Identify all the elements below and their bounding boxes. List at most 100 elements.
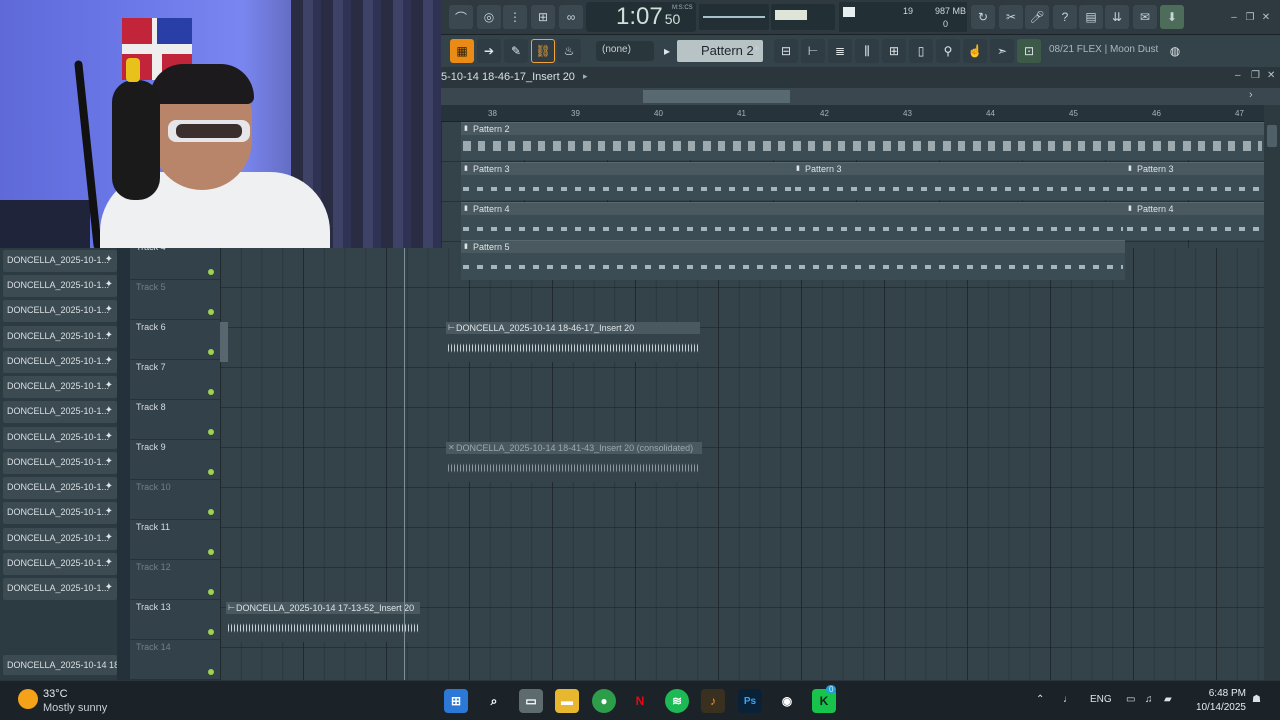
channel-item[interactable]: DONCELLA_2025-10-1... ✦ (3, 300, 117, 322)
playlist-restore-icon[interactable]: ❐ (1251, 70, 1260, 81)
playlist-icon[interactable]: ▦ (450, 39, 474, 63)
chrome-icon[interactable]: ● (592, 689, 616, 713)
show-hidden-icon[interactable]: ⌃ (1036, 694, 1044, 705)
spotify-icon[interactable]: ≋ (665, 689, 689, 713)
vertical-scrollbar[interactable] (1264, 105, 1280, 680)
send-icon[interactable]: ➣ (990, 39, 1014, 63)
search-icon[interactable]: ⌕ (482, 689, 506, 713)
track-active-led[interactable] (208, 549, 214, 555)
piano-roll-icon[interactable]: ⊢ (801, 39, 825, 63)
track-header[interactable]: Track 14 (130, 640, 220, 680)
file-icon[interactable]: ▯ (909, 39, 933, 63)
stamp-icon[interactable]: ♨ (557, 39, 581, 63)
pattern-clip[interactable]: Pattern 4 (461, 202, 1125, 240)
notifications-icon[interactable]: ☗ (1252, 694, 1261, 705)
channel-item[interactable]: DONCELLA_2025-10-1... ✦ (3, 401, 117, 423)
mixer-icon[interactable]: ✂ (999, 5, 1023, 29)
playlist-minimize-icon[interactable]: – (1235, 70, 1241, 81)
channel-item[interactable]: DONCELLA_2025-10-1... ✦ (3, 578, 117, 600)
file-explorer-icon[interactable]: ▬ (555, 689, 579, 713)
help-icon[interactable]: ? (1053, 5, 1077, 29)
play-pattern-icon[interactable]: ▸ (661, 39, 673, 63)
link-icon[interactable]: ⛓ (531, 39, 555, 63)
track-header[interactable]: Track 11 (130, 520, 220, 560)
track-active-led[interactable] (208, 309, 214, 315)
oscilloscope[interactable] (699, 4, 769, 30)
record-mic-icon[interactable]: 🎤︎ (1025, 5, 1049, 29)
channel-item[interactable]: DONCELLA_2025-10-1... ✦ (3, 376, 117, 398)
time-display[interactable]: 1:07 50 M:S:CS (586, 2, 696, 32)
track-active-led[interactable] (208, 509, 214, 515)
audio-clip[interactable]: ⊢ DONCELLA_2025-10-14 18-46-17_Insert 20 (446, 322, 700, 362)
track-header[interactable]: Track 8 (130, 400, 220, 440)
title-arrow-icon[interactable]: ▸ (583, 71, 588, 82)
snap-select[interactable]: (none) (596, 41, 654, 61)
memory-meter[interactable]: 19 987 MB 0 (839, 2, 967, 32)
draw-tool-icon[interactable]: ✎ (504, 39, 528, 63)
channel-item[interactable]: DONCELLA_2025-10-1... ✦ (3, 275, 117, 297)
microphone-icon[interactable]: ♩ (1063, 694, 1073, 705)
monitor-icon[interactable]: ▭ (1126, 694, 1135, 705)
language-indicator[interactable]: ENG (1090, 694, 1112, 705)
channel-item[interactable]: DONCELLA_2025-10-1... ✦ (3, 553, 117, 575)
step-edit-icon[interactable]: ⊞ (531, 5, 555, 29)
pattern-clip[interactable]: Pattern 2 (461, 122, 1264, 160)
track-active-led[interactable] (208, 269, 214, 275)
track-header[interactable]: Track 12 (130, 560, 220, 600)
touch-icon[interactable]: ☝ (963, 39, 987, 63)
vscroll-thumb[interactable] (1267, 125, 1277, 147)
netflix-icon[interactable]: N (628, 689, 652, 713)
channel-item[interactable]: DONCELLA_2025-10-1... ✦ (3, 250, 117, 272)
timeline-ruler[interactable]: 38 39 40 41 42 43 44 45 46 47 (441, 105, 1264, 122)
globe-icon[interactable]: ◍ (1163, 39, 1187, 63)
track-resize-grip[interactable] (220, 322, 228, 362)
track-header[interactable]: Track 7 (130, 360, 220, 400)
pattern-clip[interactable]: Pattern 5 (461, 240, 1125, 280)
cpu-meter[interactable] (771, 4, 835, 30)
audio-clip[interactable]: ⊢ DONCELLA_2025-10-14 17-13-52_Insert 20 (226, 602, 420, 642)
refresh-icon[interactable]: ↻ (971, 5, 995, 29)
track-header[interactable]: Track 10 (130, 480, 220, 520)
channel-item[interactable]: DONCELLA_2025-10-1... ✦ (3, 326, 117, 348)
track-active-led[interactable] (208, 389, 214, 395)
track-active-led[interactable] (208, 589, 214, 595)
volume-icon[interactable]: ♫ (1145, 694, 1153, 705)
channel-scrollbar[interactable] (117, 248, 130, 680)
clock-time[interactable]: 6:48 PM (1180, 688, 1246, 699)
task-view-icon[interactable]: ▭ (519, 689, 543, 713)
channel-item[interactable]: DONCELLA_2025-10-1... ✦ (3, 452, 117, 474)
channel-item[interactable]: DONCELLA_2025-10-1... ✦ (3, 502, 117, 524)
track-active-led[interactable] (208, 469, 214, 475)
pattern-clip[interactable]: Pattern 3 (1125, 162, 1264, 200)
track-header[interactable]: Track 9 (130, 440, 220, 480)
plugin-icon[interactable]: ⚲ (936, 39, 960, 63)
track-active-led[interactable] (208, 629, 214, 635)
cart-icon[interactable]: ⊡ (1017, 39, 1041, 63)
restore-icon[interactable]: ❐ (1243, 10, 1257, 24)
wait-for-input-icon[interactable]: ◎ (477, 5, 501, 29)
channel-rack-icon[interactable]: ⊟ (774, 39, 798, 63)
sliders-icon[interactable]: ⫼ (855, 39, 879, 63)
playlist-close-icon[interactable]: ✕ (1267, 70, 1275, 81)
channel-item[interactable]: DONCELLA_2025-10-14 18... (3, 655, 117, 675)
playlist-grid-upper[interactable]: Pattern 2 Pattern 3 Pattern 3 Pattern 3 … (441, 122, 1264, 248)
scroll-thumb[interactable] (643, 90, 790, 103)
plugin-info[interactable]: 08/21 FLEX | Moon Dust (1049, 44, 1158, 55)
recorder-icon[interactable]: ◉ (775, 689, 799, 713)
add-pattern-button[interactable]: + (753, 41, 767, 61)
minimize-icon[interactable]: – (1227, 10, 1241, 24)
track-active-led[interactable] (208, 669, 214, 675)
metronome-icon[interactable]: ⌒ (449, 5, 473, 29)
save-icon[interactable]: ▤ (1079, 5, 1103, 29)
pattern-clip[interactable]: Pattern 4 (1125, 202, 1264, 240)
channel-item[interactable]: DONCELLA_2025-10-1... ✦ (3, 427, 117, 449)
track-header[interactable]: Track 6 (130, 320, 220, 360)
audio-clip[interactable]: ✕ DONCELLA_2025-10-14 18-41-43_Insert 20 … (446, 442, 702, 482)
playlist-grid[interactable]: Pattern 5 ⊢DONCELLA_2025-10-14 18-46-17_… (220, 240, 1264, 680)
pattern-clip[interactable]: Pattern 3 (793, 162, 1125, 200)
weather-temperature[interactable]: 33°C (43, 688, 68, 700)
scroll-right-icon[interactable]: › (1249, 89, 1253, 101)
weather-description[interactable]: Mostly sunny (43, 702, 107, 714)
track-active-led[interactable] (208, 349, 214, 355)
start-menu-icon[interactable]: ⊞ (444, 689, 468, 713)
